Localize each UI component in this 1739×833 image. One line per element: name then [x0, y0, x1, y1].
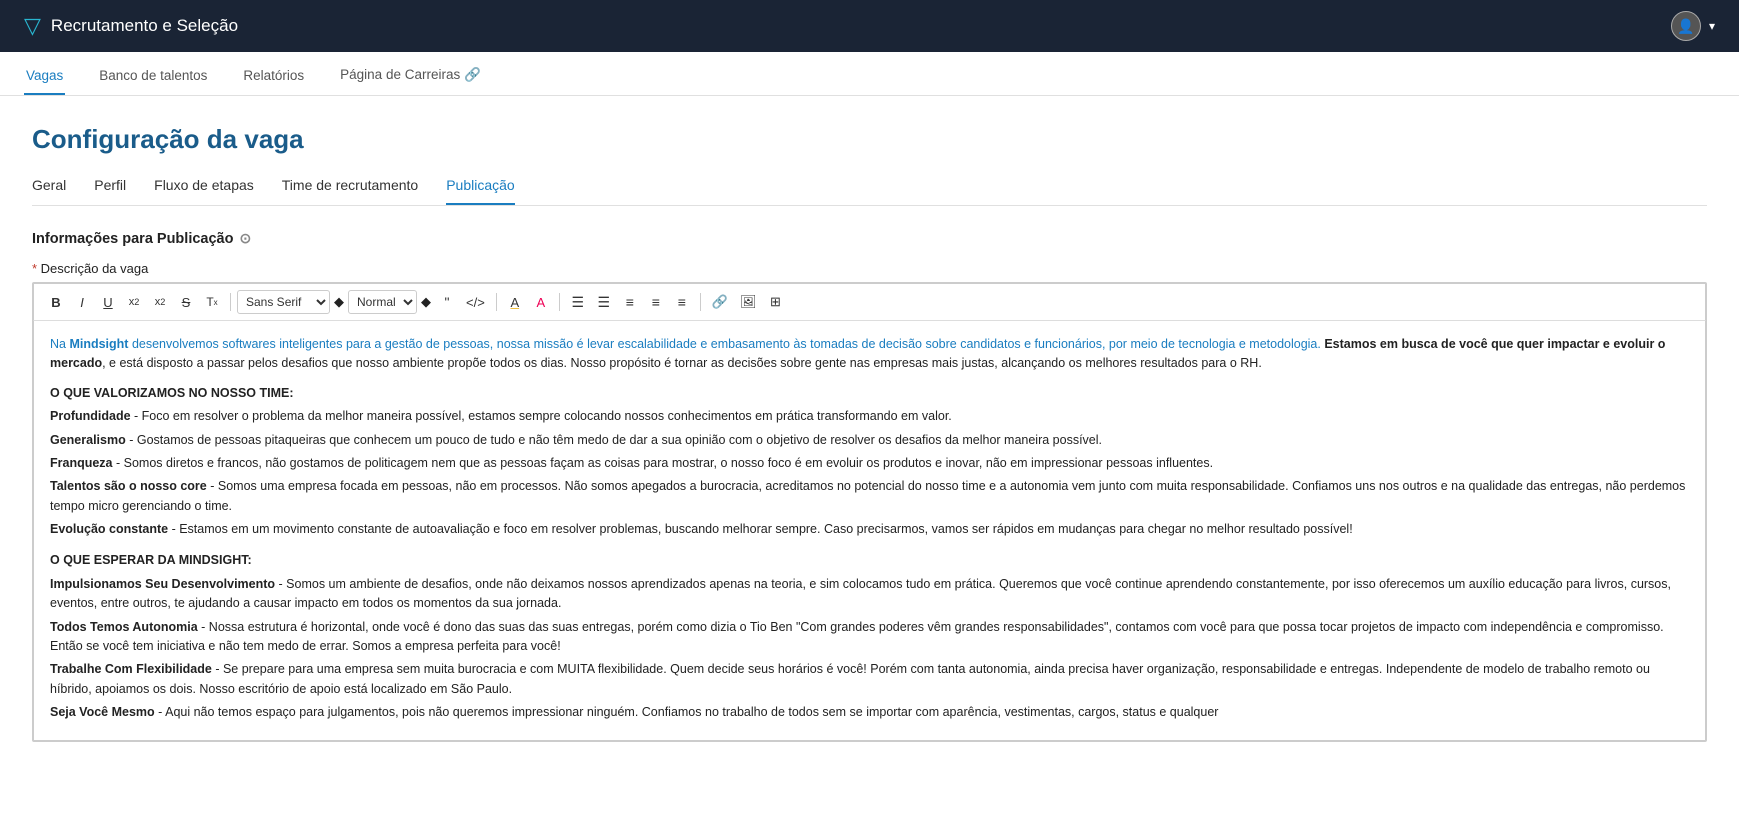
- user-area[interactable]: 👤 ▾: [1671, 11, 1715, 41]
- section2-header: O QUE ESPERAR DA MINDSIGHT:: [50, 551, 1689, 570]
- page-title: Configuração da vaga: [32, 124, 1707, 155]
- rte-bold-btn[interactable]: B: [44, 290, 68, 314]
- rte-sep-4: [700, 293, 701, 311]
- rte-highlight-bg-btn[interactable]: A: [503, 290, 527, 314]
- entry-talentos: Talentos são o nosso core - Somos uma em…: [50, 477, 1689, 516]
- rte-text-color-btn[interactable]: A: [529, 290, 553, 314]
- intro-paragraph: Na Mindsight desenvolvemos softwares int…: [50, 335, 1689, 374]
- top-navbar: ▽ Recrutamento e Seleção 👤 ▾: [0, 0, 1739, 52]
- entry-flexibilidade: Trabalhe Com Flexibilidade - Se prepare …: [50, 660, 1689, 699]
- entry-franqueza: Franqueza - Somos diretos e francos, não…: [50, 454, 1689, 473]
- rte-sep-3: [559, 293, 560, 311]
- rte-content-area[interactable]: Na Mindsight desenvolvemos softwares int…: [33, 321, 1706, 741]
- rte-sep-2: [496, 293, 497, 311]
- rte-subscript-btn[interactable]: x2: [122, 290, 146, 314]
- rte-code-btn[interactable]: </>: [461, 290, 490, 314]
- rte-italic-btn[interactable]: I: [70, 290, 94, 314]
- help-icon[interactable]: ⊙: [239, 230, 251, 247]
- entry-seja-voce: Seja Você Mesmo - Aqui não temos espaço …: [50, 703, 1689, 722]
- page-content: Configuração da vaga Geral Perfil Fluxo …: [0, 96, 1739, 774]
- tab-time-recrutamento[interactable]: Time de recrutamento: [282, 177, 418, 205]
- rte-ordered-list-btn[interactable]: ☰: [566, 290, 590, 314]
- section1-header: O QUE VALORIZAMOS NO NOSSO TIME:: [50, 384, 1689, 403]
- entry-generalismo: Generalismo - Gostamos de pessoas pitaqu…: [50, 431, 1689, 450]
- rte-superscript-btn[interactable]: x2: [148, 290, 172, 314]
- nav-pagina-carreiras[interactable]: Página de Carreiras 🔗: [338, 67, 483, 95]
- rte-blockquote-btn[interactable]: ": [435, 290, 459, 314]
- rte-unordered-list-btn[interactable]: ☰: [592, 290, 616, 314]
- rte-strikethrough-btn[interactable]: S: [174, 290, 198, 314]
- rte-underline-btn[interactable]: U: [96, 290, 120, 314]
- entry-profundidade: Profundidade - Foco em resolver o proble…: [50, 407, 1689, 426]
- tab-bar: Geral Perfil Fluxo de etapas Time de rec…: [32, 177, 1707, 206]
- nav-relatorios[interactable]: Relatórios: [241, 68, 306, 95]
- secondary-nav: Vagas Banco de talentos Relatórios Págin…: [0, 52, 1739, 96]
- rte-align-center-btn[interactable]: ≡: [644, 290, 668, 314]
- rte-size-sep: ◆: [421, 294, 431, 310]
- brand-icon: ▽: [24, 13, 41, 39]
- rte-table-btn[interactable]: ⊞: [764, 290, 788, 314]
- nav-banco-talentos[interactable]: Banco de talentos: [97, 68, 209, 95]
- rich-text-editor: B I U x2 x2 S Tx Sans Serif Serif Monosp…: [32, 282, 1707, 742]
- tab-publicacao[interactable]: Publicação: [446, 177, 515, 205]
- user-dropdown-icon[interactable]: ▾: [1709, 19, 1715, 33]
- avatar[interactable]: 👤: [1671, 11, 1701, 41]
- rte-align-right-btn[interactable]: ≡: [670, 290, 694, 314]
- tab-fluxo-etapas[interactable]: Fluxo de etapas: [154, 177, 254, 205]
- entry-impulsionamos: Impulsionamos Seu Desenvolvimento - Somo…: [50, 575, 1689, 614]
- rte-toolbar: B I U x2 x2 S Tx Sans Serif Serif Monosp…: [33, 283, 1706, 321]
- field-label-descricao: * Descrição da vaga: [32, 261, 1707, 276]
- rte-clear-format-btn[interactable]: Tx: [200, 290, 224, 314]
- rte-sep-1: [230, 293, 231, 311]
- entry-evolucao: Evolução constante - Estamos em um movim…: [50, 520, 1689, 539]
- section-title: Informações para Publicação ⊙: [32, 230, 1707, 247]
- brand-area: ▽ Recrutamento e Seleção: [24, 13, 238, 39]
- rte-font-sep: ◆: [334, 294, 344, 310]
- entry-autonomia: Todos Temos Autonomia - Nossa estrutura …: [50, 618, 1689, 657]
- rte-font-family-select[interactable]: Sans Serif Serif Monospace: [237, 290, 330, 314]
- nav-vagas[interactable]: Vagas: [24, 68, 65, 95]
- avatar-icon: 👤: [1677, 18, 1694, 35]
- brand-title: Recrutamento e Seleção: [51, 16, 238, 36]
- rte-link-btn[interactable]: 🔗: [707, 290, 733, 314]
- rte-image-btn[interactable]: 🖼: [735, 290, 762, 314]
- tab-perfil[interactable]: Perfil: [94, 177, 126, 205]
- rte-font-size-select[interactable]: Normal Small Large Huge: [348, 290, 417, 314]
- rte-align-left-btn[interactable]: ≡: [618, 290, 642, 314]
- tab-geral[interactable]: Geral: [32, 177, 66, 205]
